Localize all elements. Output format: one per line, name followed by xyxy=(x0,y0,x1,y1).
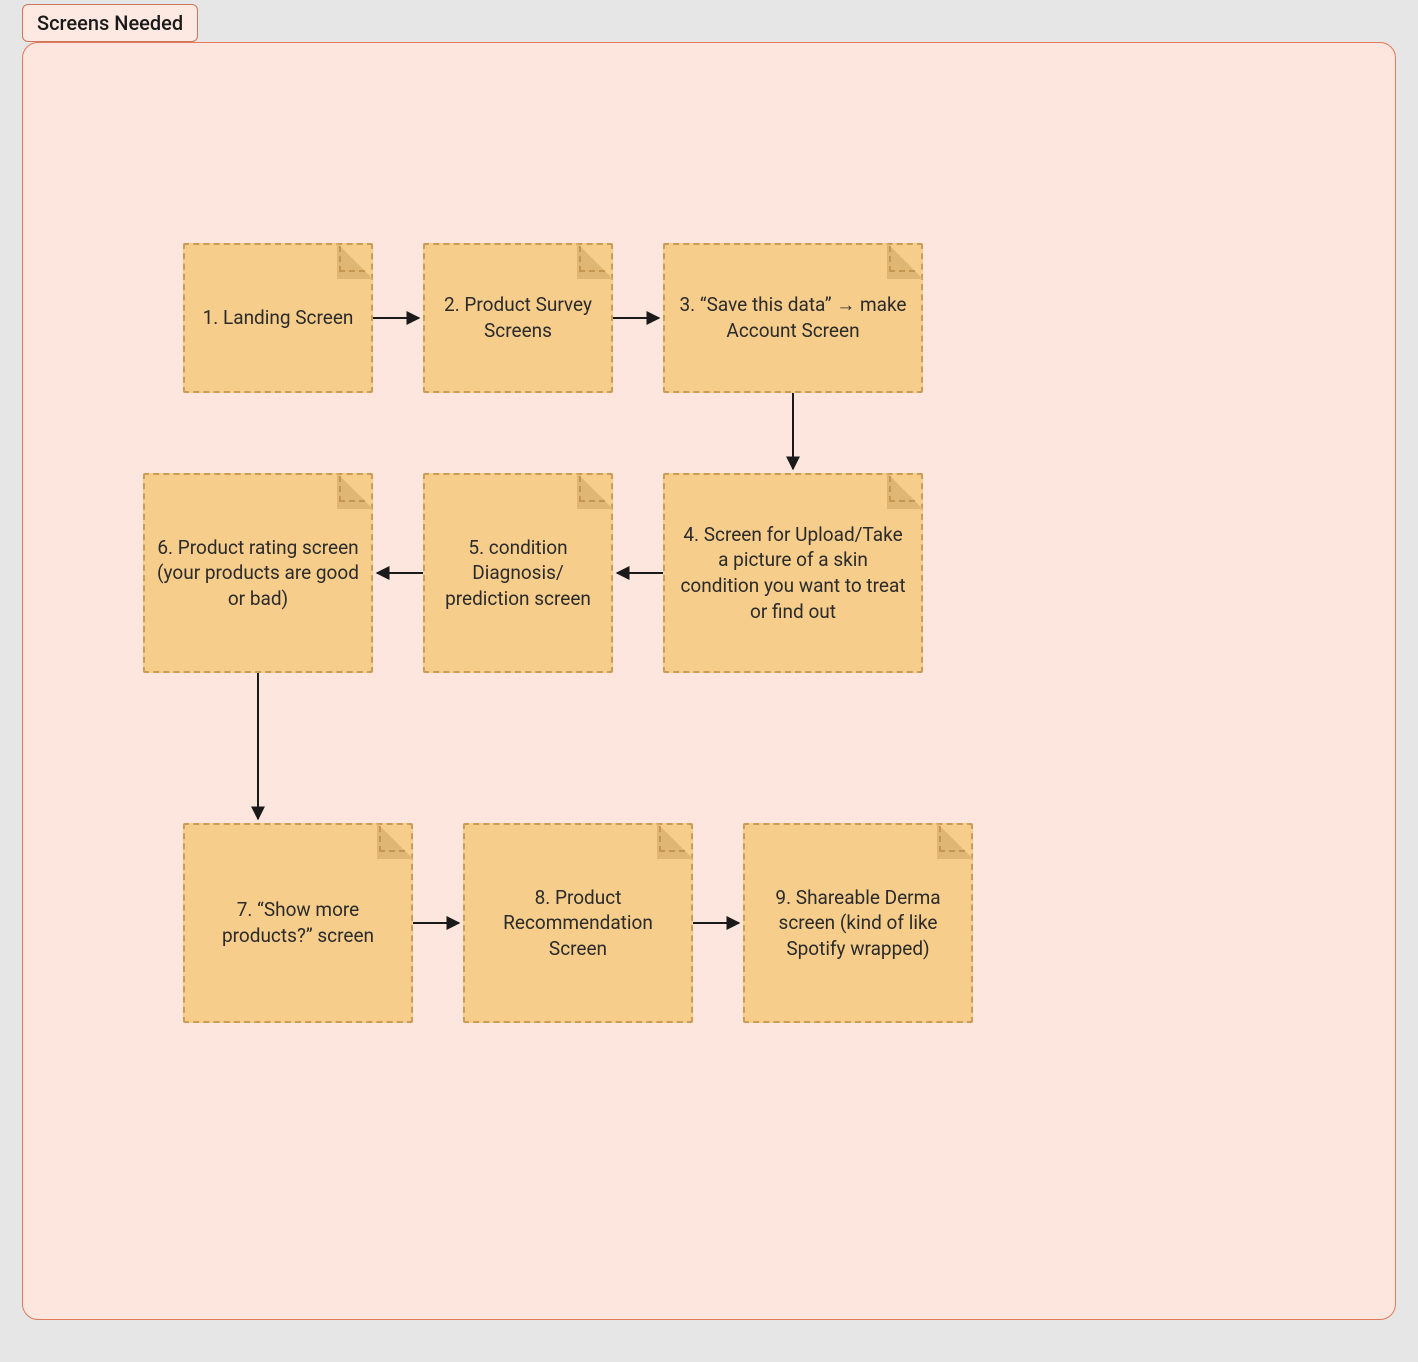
node-label: 2. Product Survey Screens xyxy=(437,292,599,343)
diagram-canvas: 1. Landing Screen 2. Product Survey Scree… xyxy=(23,43,1395,1319)
page-root: Screens Needed 1. Landing Screen 2. Produ… xyxy=(0,0,1418,1362)
page-fold-icon xyxy=(377,823,413,859)
page-fold-icon xyxy=(657,823,693,859)
node-label: 3. “Save this data” → make Account Scree… xyxy=(677,292,909,343)
page-fold-icon xyxy=(887,473,923,509)
page-fold-icon xyxy=(887,243,923,279)
node-label: 8. Product Recommendation Screen xyxy=(477,885,679,962)
page-fold-icon xyxy=(337,243,373,279)
arrow-layer xyxy=(23,43,1395,1319)
diagram-panel: 1. Landing Screen 2. Product Survey Scree… xyxy=(22,42,1396,1320)
flow-node-n7: 7. “Show more products?” screen xyxy=(183,823,413,1023)
flow-node-n2: 2. Product Survey Screens xyxy=(423,243,613,393)
flow-node-n9: 9. Shareable Derma screen (kind of like … xyxy=(743,823,973,1023)
page-fold-icon xyxy=(577,473,613,509)
page-fold-icon xyxy=(937,823,973,859)
node-label: 9. Shareable Derma screen (kind of like … xyxy=(757,885,959,962)
node-label: 1. Landing Screen xyxy=(203,305,354,331)
node-label: 7. “Show more products?” screen xyxy=(197,897,399,948)
flow-node-n4: 4. Screen for Upload/Take a picture of a… xyxy=(663,473,923,673)
flow-node-n1: 1. Landing Screen xyxy=(183,243,373,393)
flow-node-n5: 5. condition Diagnosis/ prediction scree… xyxy=(423,473,613,673)
node-label: 4. Screen for Upload/Take a picture of a… xyxy=(677,522,909,625)
flow-node-n6: 6. Product rating screen (your products … xyxy=(143,473,373,673)
flow-node-n3: 3. “Save this data” → make Account Scree… xyxy=(663,243,923,393)
page-fold-icon xyxy=(337,473,373,509)
node-label: 6. Product rating screen (your products … xyxy=(157,535,359,612)
page-fold-icon xyxy=(577,243,613,279)
node-label: 5. condition Diagnosis/ prediction scree… xyxy=(437,535,599,612)
diagram-title: Screens Needed xyxy=(22,4,198,42)
flow-node-n8: 8. Product Recommendation Screen xyxy=(463,823,693,1023)
